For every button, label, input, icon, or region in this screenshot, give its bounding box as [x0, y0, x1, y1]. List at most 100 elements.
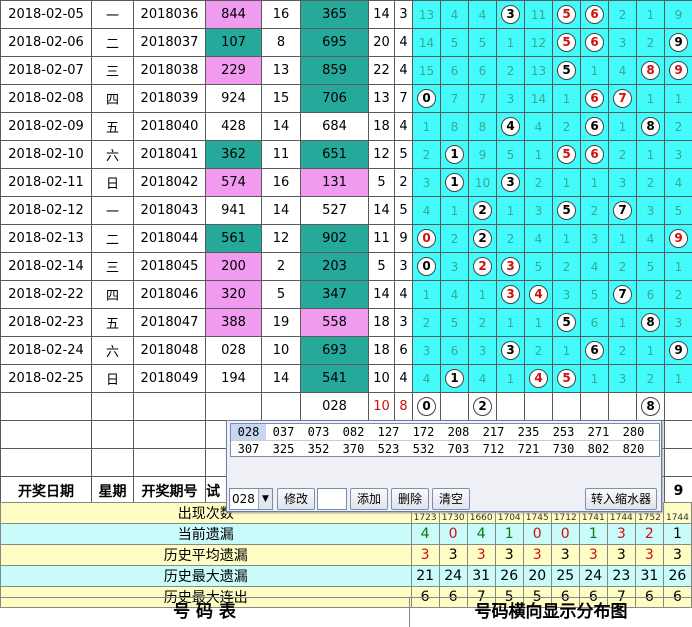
digit-cell-4: 4 — [524, 224, 553, 253]
number-list-item[interactable]: 325 — [266, 441, 301, 456]
digit-cell-5: 5 — [552, 308, 581, 337]
number-list-item[interactable]: 271 — [581, 424, 616, 440]
digit-cell-5: 2 — [552, 112, 581, 141]
number-list-item[interactable]: 217 — [476, 424, 511, 440]
draw-date: 2018-02-25 — [0, 364, 92, 393]
modify-button[interactable]: 修改 — [277, 488, 315, 510]
issue-number: 2018045 — [133, 252, 206, 281]
number-list-item[interactable]: 703 — [441, 441, 476, 456]
table-row: 2018-02-10 六 2018041 362 11 651 12 5 2 1 9 5 1 5 6 2 1 3 — [0, 140, 692, 169]
number-list-item[interactable]: 172 — [406, 424, 441, 440]
digit-cell-4: 1 — [524, 308, 553, 337]
chevron-down-icon[interactable]: ▼ — [258, 489, 272, 509]
digit-cell-9: 9 — [664, 336, 692, 365]
number-list-row: 028 037 073 082 127 172 208 217 235 253 271 280 — [231, 424, 659, 440]
number-list-item[interactable]: 082 — [336, 424, 371, 440]
digit-cell-8: 1 — [636, 84, 665, 113]
number-input[interactable] — [317, 488, 347, 510]
number-list-item[interactable]: 820 — [616, 441, 651, 456]
drawn-digit-ball: 5 — [557, 313, 576, 332]
digit-cell-1: 1 — [440, 168, 469, 197]
digit-cell-2: 10 — [468, 168, 497, 197]
trial-number: 200 — [205, 252, 262, 281]
number-list-item[interactable]: 532 — [406, 441, 441, 456]
weekday: 三 — [91, 252, 134, 281]
digit-cell-6: 6 — [580, 0, 609, 29]
digit-cell-8: 2 — [636, 28, 665, 57]
digit-cell-1: 1 — [440, 196, 469, 225]
statistics-table: 出现次数 1723 1730 1660 1704 1745 1712 1741 1744 1752… — [0, 502, 692, 608]
trial-number: 107 — [205, 28, 262, 57]
digit-cell-2: 8 — [468, 112, 497, 141]
number-list-item[interactable]: 037 — [266, 424, 301, 440]
number-list-item[interactable]: 802 — [581, 441, 616, 456]
digit-cell-6: 1 — [580, 56, 609, 85]
digit-cell-1: 4 — [440, 0, 469, 29]
drawn-digit-ball: 9 — [669, 33, 688, 52]
draw-span: 5 — [394, 196, 413, 225]
digit-cell-9: 9 — [664, 28, 692, 57]
number-list-item[interactable]: 028 — [231, 424, 266, 440]
draw-number: 203 — [300, 252, 369, 281]
stats-value: 3 — [662, 544, 692, 566]
draw-sum: 20 — [368, 28, 395, 57]
digit-cell-1: 6 — [440, 56, 469, 85]
transfer-to-filter-button[interactable]: 转入缩水器 — [585, 488, 657, 510]
digit-cell-0: 0 — [412, 252, 441, 281]
pending-row: 028 10 8 0 2 8 — [0, 392, 692, 421]
drawn-digit-ball: 6 — [585, 145, 604, 164]
drawn-digit-ball: 0 — [417, 229, 436, 248]
digit-cell-0: 0 — [412, 84, 441, 113]
drawn-digit-ball: 9 — [669, 229, 688, 248]
trial-sum: 8 — [261, 28, 301, 57]
trial-number: 362 — [205, 140, 262, 169]
digit-cell-1: 5 — [440, 308, 469, 337]
number-combo[interactable]: 028 ▼ — [229, 488, 273, 510]
blank — [91, 448, 134, 477]
digit-cell-9: 1 — [664, 252, 692, 281]
delete-button[interactable]: 删除 — [391, 488, 429, 510]
number-list-item[interactable]: 352 — [301, 441, 336, 456]
trial-sum: 2 — [261, 252, 301, 281]
table-row: 2018-02-22 四 2018046 320 5 347 14 4 1 4 1 3 4 3 5 7 6 2 — [0, 280, 692, 309]
weekday: 二 — [91, 28, 134, 57]
number-list-item[interactable]: 073 — [301, 424, 336, 440]
digit-cell-8: 8 — [636, 112, 665, 141]
number-list-item[interactable]: 523 — [371, 441, 406, 456]
drawn-digit-ball: 9 — [669, 341, 688, 360]
draw-number: 684 — [300, 112, 369, 141]
digit-cell-8: 3 — [636, 196, 665, 225]
drawn-digit-ball: 3 — [501, 173, 520, 192]
header-digit-9: 9 — [664, 476, 692, 505]
drawn-digit-ball: 6 — [585, 341, 604, 360]
number-list[interactable]: 028 037 073 082 127 172 208 217 235 253 271 280 307… — [230, 423, 660, 457]
stats-value: 31 — [634, 565, 664, 587]
clear-button[interactable]: 清空 — [432, 488, 470, 510]
stats-value: 3 — [634, 544, 664, 566]
weekday: 四 — [91, 84, 134, 113]
number-list-item[interactable]: 721 — [511, 441, 546, 456]
number-list-item[interactable]: 280 — [616, 424, 651, 440]
number-list-item[interactable]: 208 — [441, 424, 476, 440]
digit-cell-5 — [552, 392, 581, 421]
number-list-item[interactable]: 127 — [371, 424, 406, 440]
stats-value: 3 — [606, 544, 636, 566]
digit-cell-2: 3 — [468, 336, 497, 365]
number-list-item[interactable]: 730 — [546, 441, 581, 456]
table-row: 2018-02-07 三 2018038 229 13 859 22 4 15 6 6 2 13 5 1 4 8… — [0, 56, 692, 85]
draw-sum: 5 — [368, 252, 395, 281]
number-list-item[interactable]: 307 — [231, 441, 266, 456]
digit-cell-1: 3 — [440, 252, 469, 281]
digit-cell-8: 2 — [636, 168, 665, 197]
draw-sum: 14 — [368, 0, 395, 29]
table-row: 2018-02-08 四 2018039 924 15 706 13 7 0 7 7 3 14 1 6 7 1 1 — [0, 84, 692, 113]
number-list-item[interactable]: 712 — [476, 441, 511, 456]
number-list-item[interactable]: 370 — [336, 441, 371, 456]
draw-date: 2018-02-22 — [0, 280, 92, 309]
digit-cell-1: 1 — [440, 140, 469, 169]
stats-value: 31 — [466, 565, 496, 587]
number-list-item[interactable]: 253 — [546, 424, 581, 440]
add-button[interactable]: 添加 — [350, 488, 388, 510]
number-list-item[interactable]: 235 — [511, 424, 546, 440]
digit-cell-9: 1 — [664, 84, 692, 113]
